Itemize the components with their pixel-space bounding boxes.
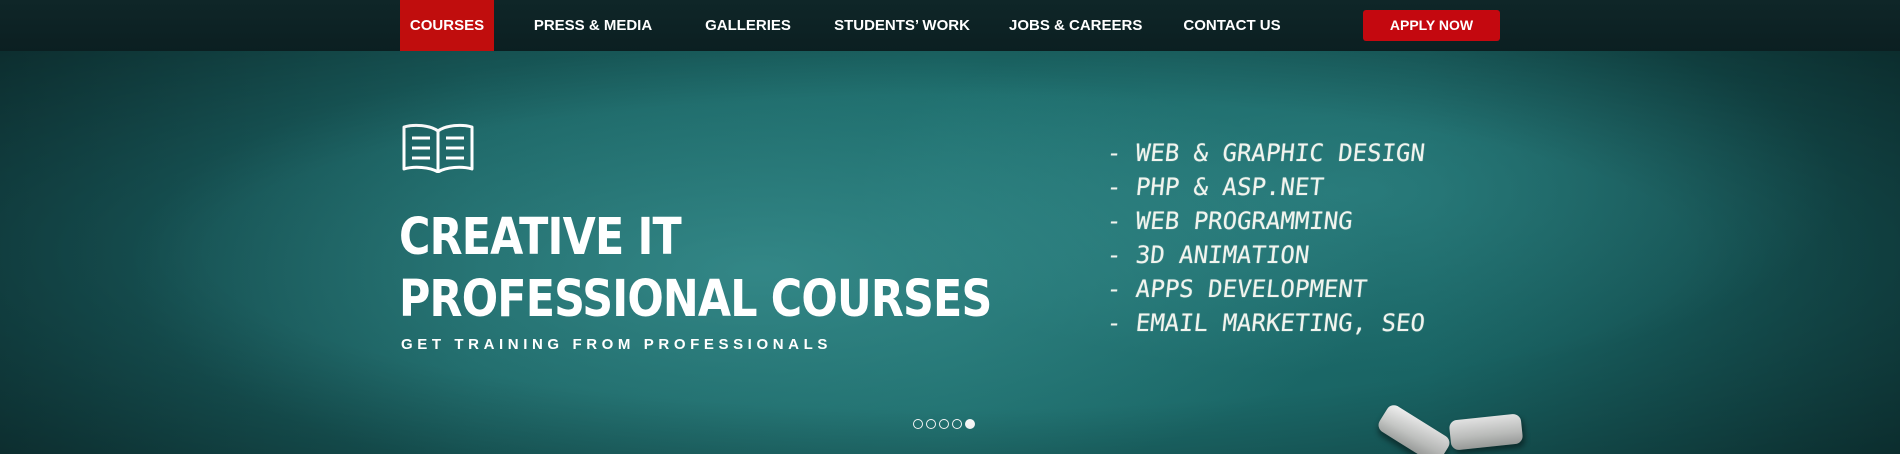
hero-subtitle: GET TRAINING FROM PROFESSIONALS <box>401 336 832 353</box>
slider-dot-3[interactable] <box>939 419 949 429</box>
nav-item-galleries[interactable]: GALLERIES <box>698 0 798 51</box>
course-list-item: - PHP & ASP.NET <box>1105 173 1326 201</box>
slider-dot-1[interactable] <box>913 419 923 429</box>
nav-item-press-media[interactable]: PRESS & MEDIA <box>522 0 664 51</box>
course-list-item: - WEB PROGRAMMING <box>1105 207 1355 235</box>
hero-title-line-1: CREATIVE IT <box>399 208 682 267</box>
course-list: - WEB & GRAPHIC DESIGN - PHP & ASP.NET -… <box>1105 136 1427 340</box>
apply-now-button[interactable]: APPLY NOW <box>1363 10 1500 41</box>
course-list-item: - 3D ANIMATION <box>1105 241 1311 269</box>
hero-title-line-2: PROFESSIONAL COURSES <box>399 270 992 329</box>
slider-dot-2[interactable] <box>926 419 936 429</box>
open-book-icon <box>402 123 474 173</box>
hero-slider: CREATIVE IT PROFESSIONAL COURSES GET TRA… <box>0 51 1900 454</box>
course-list-item: - WEB & GRAPHIC DESIGN <box>1105 139 1427 167</box>
slider-dot-4[interactable] <box>952 419 962 429</box>
slider-dot-5[interactable] <box>965 419 975 429</box>
course-list-item: - EMAIL MARKETING, SEO <box>1105 309 1427 337</box>
nav-item-courses[interactable]: COURSES <box>400 0 494 51</box>
nav-item-contact-us[interactable]: CONTACT US <box>1177 0 1287 51</box>
nav-item-jobs-careers[interactable]: JOBS & CAREERS <box>1009 0 1142 51</box>
slider-pagination <box>913 419 978 431</box>
hero-title: CREATIVE IT PROFESSIONAL COURSES <box>399 207 992 331</box>
course-list-item: - APPS DEVELOPMENT <box>1105 275 1369 303</box>
nav-item-students-work[interactable]: STUDENTS’ WORK <box>830 0 974 51</box>
chalk-piece-image <box>1375 402 1453 454</box>
chalk-piece-image <box>1448 413 1524 451</box>
top-navigation-bar: COURSES PRESS & MEDIA GALLERIES STUDENTS… <box>0 0 1900 51</box>
